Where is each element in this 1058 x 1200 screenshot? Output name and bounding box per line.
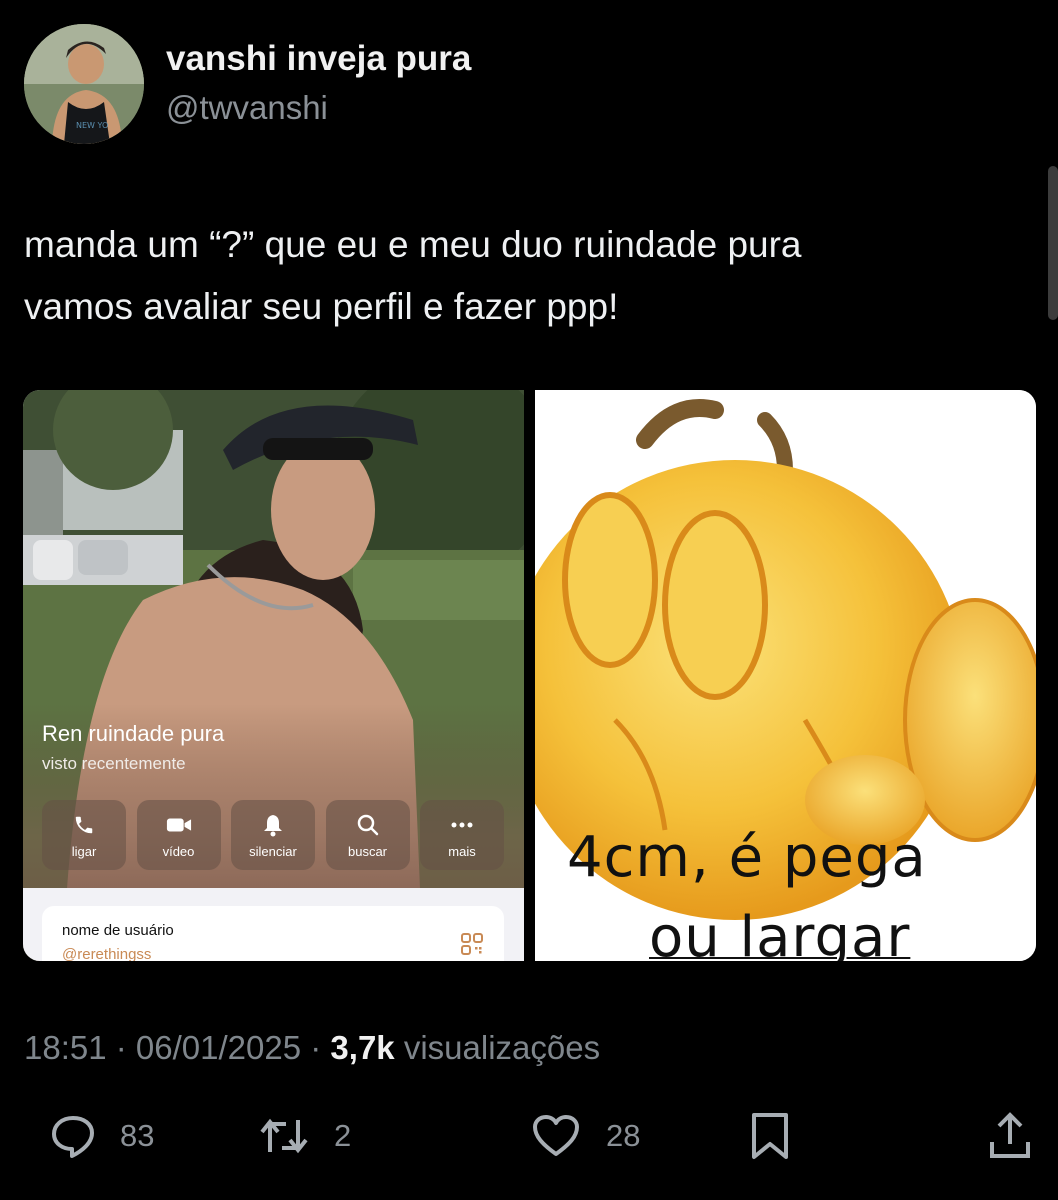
mute-button[interactable]: silenciar bbox=[231, 800, 315, 870]
author-handle[interactable]: @twvanshi bbox=[166, 86, 471, 130]
tweet-time[interactable]: 18:51 bbox=[24, 1029, 107, 1066]
username-card[interactable]: nome de usuário @rerethingss bbox=[42, 906, 504, 961]
contact-actions: ligar vídeo silenciar buscar mais bbox=[42, 800, 504, 870]
meta-separator: · bbox=[106, 1029, 136, 1066]
username-label: nome de usuário bbox=[62, 922, 174, 939]
share-icon bbox=[988, 1112, 1032, 1160]
search-button[interactable]: buscar bbox=[325, 800, 410, 870]
park-photo-icon bbox=[23, 390, 524, 961]
meme-caption-line: ou largar bbox=[649, 905, 911, 961]
tweet-text-line: vamos avaliar seu perfil e fazer ppp! bbox=[24, 286, 619, 327]
reply-icon bbox=[50, 1113, 96, 1159]
retweet-button[interactable]: 2 bbox=[260, 1108, 351, 1164]
qr-code-icon[interactable] bbox=[460, 932, 484, 956]
media-image-meme[interactable]: 4cm, é pega ou largar bbox=[535, 390, 1036, 961]
meta-separator: · bbox=[301, 1029, 331, 1066]
tweet-meta: 18:51 · 06/01/2025 · 3,7k visualizações bbox=[24, 1026, 600, 1070]
meme-caption: 4cm, é pega ou largar bbox=[567, 818, 927, 961]
heart-icon bbox=[532, 1114, 580, 1158]
meme-caption-line: 4cm, é pega bbox=[567, 825, 927, 890]
contact-info-panel: nome de usuário @rerethingss bbox=[23, 888, 524, 961]
media-image-profile[interactable]: Ren ruindade pura visto recentemente lig… bbox=[23, 390, 524, 961]
search-label: buscar bbox=[347, 843, 388, 859]
video-button[interactable]: vídeo bbox=[136, 800, 221, 870]
bookmark-icon bbox=[750, 1112, 790, 1160]
more-icon bbox=[449, 812, 475, 838]
views-count: 3,7k bbox=[330, 1029, 395, 1066]
like-count: 28 bbox=[606, 1118, 641, 1153]
author-display-name[interactable]: vanshi inveja pura bbox=[166, 38, 471, 80]
tweet-media: Ren ruindade pura visto recentemente lig… bbox=[23, 390, 1036, 961]
tweet-text: manda um “?” que eu e meu duo ruindade p… bbox=[24, 214, 1024, 338]
video-icon bbox=[166, 812, 192, 838]
bell-icon bbox=[260, 812, 286, 838]
contact-status: visto recentemente bbox=[42, 754, 186, 773]
author-names: vanshi inveja pura @twvanshi bbox=[166, 38, 471, 130]
svg-text:NEW YO: NEW YO bbox=[76, 121, 108, 130]
tweet-text-line: manda um “?” que eu e meu duo ruindade p… bbox=[24, 224, 802, 265]
reply-count: 83 bbox=[120, 1118, 155, 1153]
scrollbar[interactable] bbox=[1048, 166, 1058, 320]
reply-button[interactable]: 83 bbox=[50, 1108, 154, 1164]
search-icon bbox=[355, 812, 381, 838]
video-label: vídeo bbox=[162, 843, 195, 859]
contact-name: Ren ruindade pura bbox=[42, 721, 225, 746]
tweet-date[interactable]: 06/01/2025 bbox=[136, 1029, 301, 1066]
tweet-action-bar: 83 2 28 bbox=[50, 1108, 1036, 1164]
share-button[interactable] bbox=[988, 1108, 1032, 1164]
bookmark-button[interactable] bbox=[750, 1108, 790, 1164]
phone-icon bbox=[71, 812, 97, 838]
more-label: mais bbox=[448, 843, 476, 859]
like-button[interactable]: 28 bbox=[532, 1108, 640, 1164]
mute-label: silenciar bbox=[249, 843, 297, 859]
profile-photo-icon: NEW YO bbox=[24, 24, 144, 144]
call-label: ligar bbox=[71, 843, 97, 859]
avatar[interactable]: NEW YO bbox=[24, 24, 144, 144]
views-label: visualizações bbox=[403, 1029, 601, 1066]
tweet-header: NEW YO vanshi inveja pura @twvanshi bbox=[24, 22, 471, 146]
username-value[interactable]: @rerethingss bbox=[62, 946, 151, 961]
retweet-count: 2 bbox=[334, 1118, 352, 1153]
more-button[interactable]: mais bbox=[420, 800, 504, 870]
call-button[interactable]: ligar bbox=[42, 800, 126, 870]
retweet-icon bbox=[260, 1116, 308, 1156]
